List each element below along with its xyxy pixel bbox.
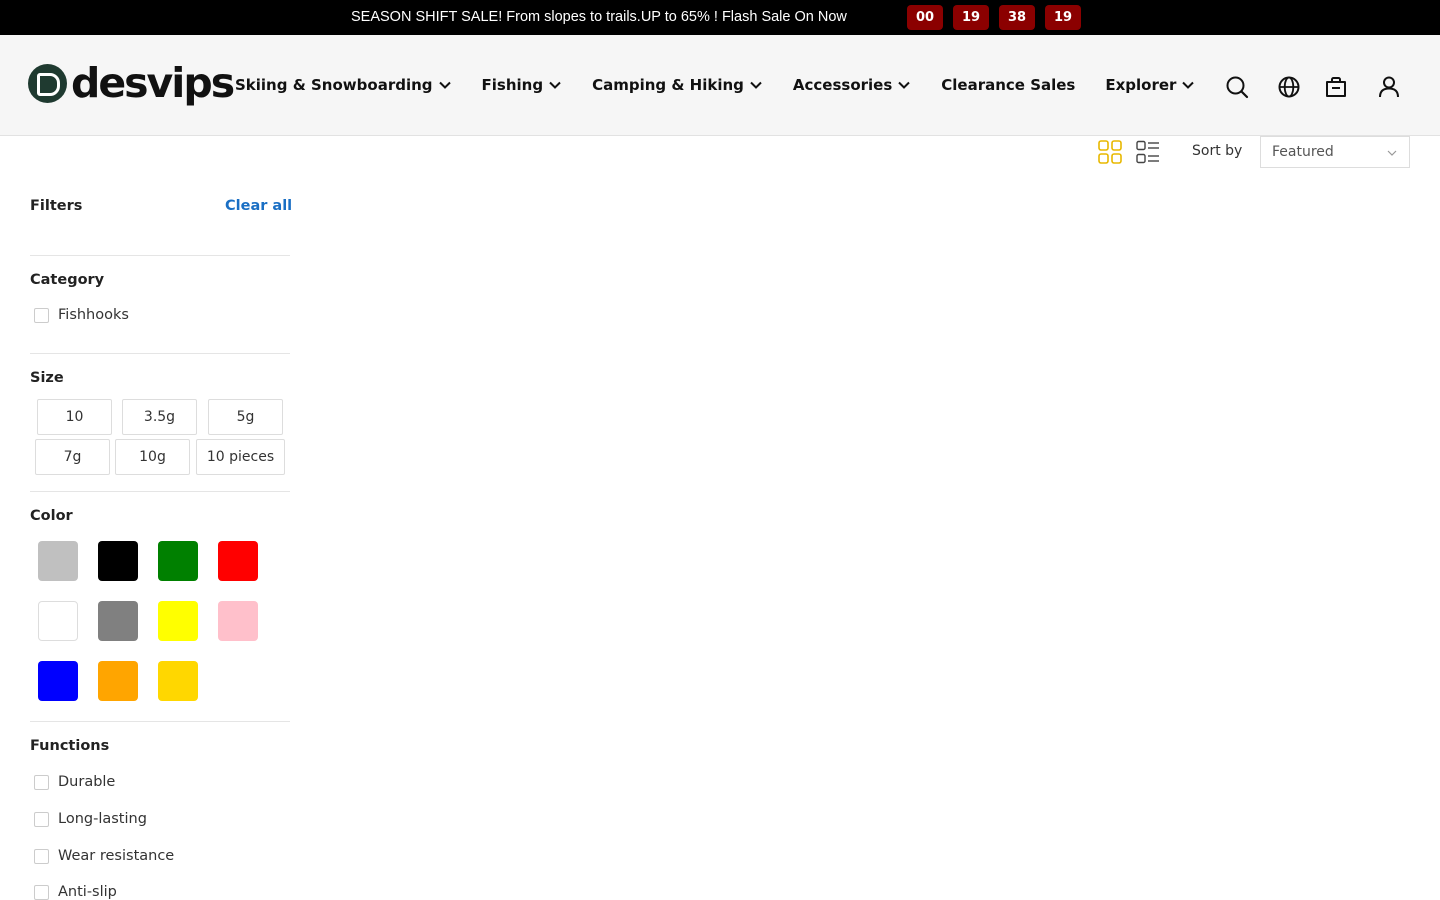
- size-option-7g[interactable]: 7g: [35, 439, 110, 475]
- logo-text: desvips: [71, 59, 235, 107]
- search-icon[interactable]: [1224, 74, 1250, 100]
- sort-label: Sort by: [1192, 143, 1243, 159]
- category-title: Category: [30, 272, 105, 288]
- countdown-hours: 19: [953, 5, 989, 30]
- nav-item-fishing[interactable]: Fishing: [482, 76, 563, 94]
- nav-item-label: Accessories: [792, 76, 893, 94]
- color-title: Color: [30, 508, 73, 524]
- checkbox[interactable]: [34, 848, 49, 864]
- color-swatch[interactable]: [38, 661, 78, 701]
- color-swatch[interactable]: [38, 541, 78, 581]
- nav-item-label: Explorer: [1105, 76, 1177, 94]
- site-logo[interactable]: desvips: [28, 59, 235, 107]
- nav-item-clearance[interactable]: Clearance Sales: [941, 76, 1075, 94]
- checkbox[interactable]: [34, 884, 49, 900]
- announcement-bar: SEASON SHIFT SALE! From slopes to trails…: [0, 0, 1440, 35]
- divider: [30, 255, 290, 256]
- chevron-down-icon: [898, 81, 910, 89]
- logo-mark-icon: [28, 63, 67, 103]
- checkbox[interactable]: [34, 811, 49, 827]
- function-option-durable[interactable]: Durable: [34, 774, 115, 790]
- size-option-10g[interactable]: 10g: [115, 439, 190, 475]
- size-option-10[interactable]: 10: [37, 399, 112, 435]
- countdown-seconds: 19: [1045, 5, 1081, 30]
- category-option-fishhooks[interactable]: Fishhooks: [34, 307, 129, 323]
- countdown-minutes: 38: [999, 5, 1035, 30]
- chevron-down-icon: [438, 81, 451, 89]
- grid-view-icon[interactable]: [1098, 140, 1122, 164]
- checkbox[interactable]: [34, 307, 49, 323]
- checkbox-label: Long-lasting: [58, 811, 147, 827]
- cart-icon[interactable]: [1323, 74, 1349, 100]
- color-swatch[interactable]: [158, 601, 198, 641]
- filters-title: Filters: [30, 198, 83, 214]
- nav-item-label: Clearance Sales: [941, 76, 1076, 94]
- globe-icon[interactable]: [1276, 74, 1302, 100]
- size-option-5g[interactable]: 5g: [208, 399, 283, 435]
- color-swatch[interactable]: [158, 661, 198, 701]
- divider: [30, 353, 290, 354]
- size-option-3-5g[interactable]: 3.5g: [122, 399, 197, 435]
- checkbox-label: Anti-slip: [58, 884, 117, 900]
- color-swatch[interactable]: [38, 601, 78, 641]
- nav-item-label: Camping & Hiking: [592, 76, 744, 94]
- nav-item-label: Skiing & Snowboarding: [235, 76, 433, 94]
- checkbox-label: Fishhooks: [58, 307, 129, 323]
- account-icon[interactable]: [1376, 74, 1402, 100]
- color-swatch[interactable]: [98, 601, 138, 641]
- site-header: desvips Skiing & Snowboarding Fishing Ca…: [0, 35, 1440, 136]
- sort-value: Featured: [1272, 144, 1334, 160]
- announcement-text: SEASON SHIFT SALE! From slopes to trails…: [351, 9, 847, 25]
- chevron-down-icon: [1387, 150, 1397, 156]
- countdown-timer: 00 19 38 19: [907, 5, 1081, 30]
- size-option-10-pieces[interactable]: 10 pieces: [196, 439, 285, 475]
- color-swatch[interactable]: [218, 601, 258, 641]
- nav-item-accessories[interactable]: Accessories: [793, 76, 911, 94]
- color-swatch[interactable]: [218, 541, 258, 581]
- function-option-wear-resistance[interactable]: Wear resistance: [34, 848, 174, 864]
- function-option-anti-slip[interactable]: Anti-slip: [34, 884, 117, 900]
- function-option-long-lasting[interactable]: Long-lasting: [34, 811, 147, 827]
- size-title: Size: [30, 370, 64, 386]
- divider: [30, 721, 290, 722]
- divider: [30, 491, 290, 492]
- checkbox-label: Wear resistance: [58, 848, 175, 864]
- nav-item-label: Fishing: [481, 76, 544, 94]
- color-swatch[interactable]: [98, 541, 138, 581]
- color-swatch[interactable]: [158, 541, 198, 581]
- nav-item-skiing[interactable]: Skiing & Snowboarding: [235, 76, 452, 94]
- chevron-down-icon: [1182, 81, 1195, 89]
- list-view-icon[interactable]: [1136, 140, 1160, 164]
- chevron-down-icon: [549, 81, 561, 89]
- clear-all-link[interactable]: Clear all: [225, 198, 292, 214]
- checkbox-label: Durable: [58, 774, 116, 790]
- chevron-down-icon: [750, 81, 762, 89]
- main-nav: Skiing & Snowboarding Fishing Camping & …: [235, 75, 1195, 95]
- nav-item-camping[interactable]: Camping & Hiking: [592, 76, 763, 94]
- functions-title: Functions: [30, 738, 110, 754]
- countdown-days: 00: [907, 5, 943, 30]
- color-swatch[interactable]: [98, 661, 138, 701]
- sort-select[interactable]: Featured: [1260, 136, 1410, 168]
- nav-item-explorer[interactable]: Explorer: [1105, 76, 1195, 94]
- checkbox[interactable]: [34, 774, 49, 790]
